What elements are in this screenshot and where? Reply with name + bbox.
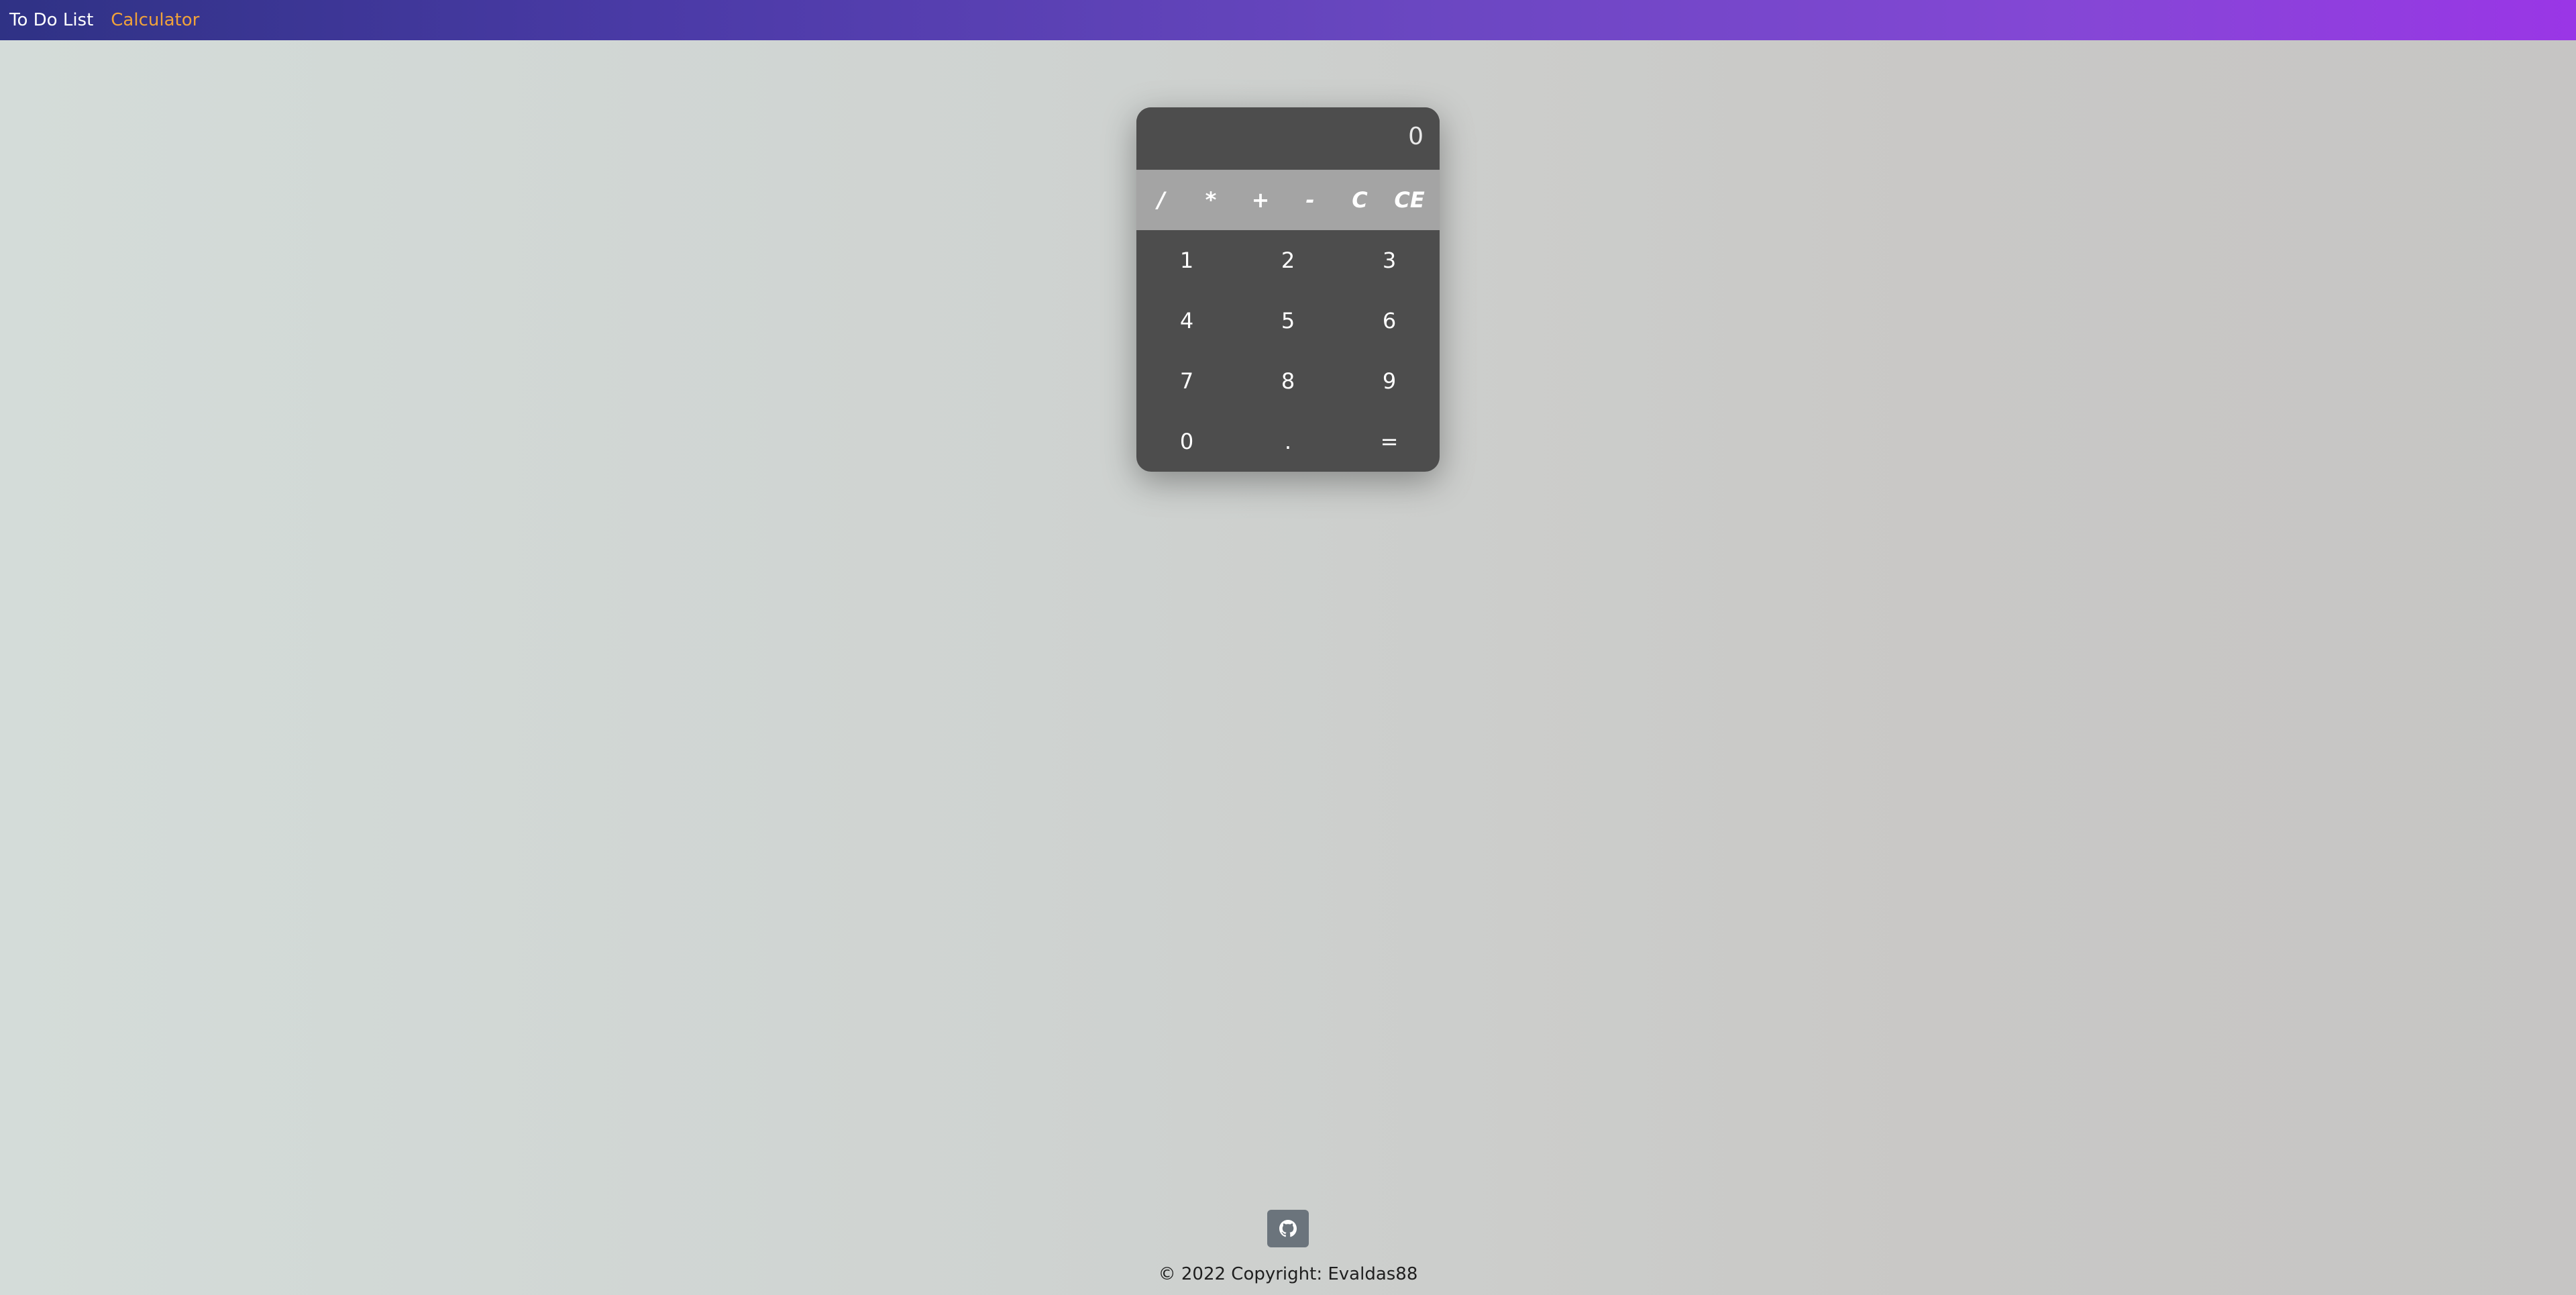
calculator-display: 0 bbox=[1136, 107, 1440, 170]
navbar: To Do List Calculator bbox=[0, 0, 2576, 40]
subtract-button[interactable]: - bbox=[1285, 170, 1335, 230]
key-8[interactable]: 8 bbox=[1238, 351, 1338, 411]
multiply-button[interactable]: * bbox=[1186, 170, 1236, 230]
operator-row: / * + - C CE bbox=[1136, 170, 1440, 230]
key-7[interactable]: 7 bbox=[1136, 351, 1237, 411]
copyright-text: © 2022 Copyright: Evaldas88 bbox=[1158, 1264, 1418, 1284]
display-value: 0 bbox=[1408, 123, 1424, 150]
add-button[interactable]: + bbox=[1236, 170, 1285, 230]
key-5[interactable]: 5 bbox=[1238, 291, 1338, 351]
key-4[interactable]: 4 bbox=[1136, 291, 1237, 351]
equals-button[interactable]: = bbox=[1339, 411, 1440, 472]
github-button[interactable] bbox=[1267, 1210, 1309, 1247]
nav-link-todo-list[interactable]: To Do List bbox=[9, 0, 93, 40]
key-2[interactable]: 2 bbox=[1238, 230, 1338, 291]
key-0[interactable]: 0 bbox=[1136, 411, 1237, 472]
divide-button[interactable]: / bbox=[1136, 170, 1186, 230]
key-3[interactable]: 3 bbox=[1339, 230, 1440, 291]
clear-button[interactable]: C bbox=[1335, 170, 1385, 230]
key-decimal[interactable]: . bbox=[1238, 411, 1338, 472]
calculator: 0 / * + - C CE 1 2 3 4 5 6 7 8 9 0 . = bbox=[1136, 107, 1440, 472]
key-6[interactable]: 6 bbox=[1339, 291, 1440, 351]
key-1[interactable]: 1 bbox=[1136, 230, 1237, 291]
github-icon bbox=[1279, 1220, 1297, 1237]
key-9[interactable]: 9 bbox=[1339, 351, 1440, 411]
clear-entry-button[interactable]: CE bbox=[1385, 170, 1434, 230]
nav-link-calculator[interactable]: Calculator bbox=[111, 0, 199, 40]
